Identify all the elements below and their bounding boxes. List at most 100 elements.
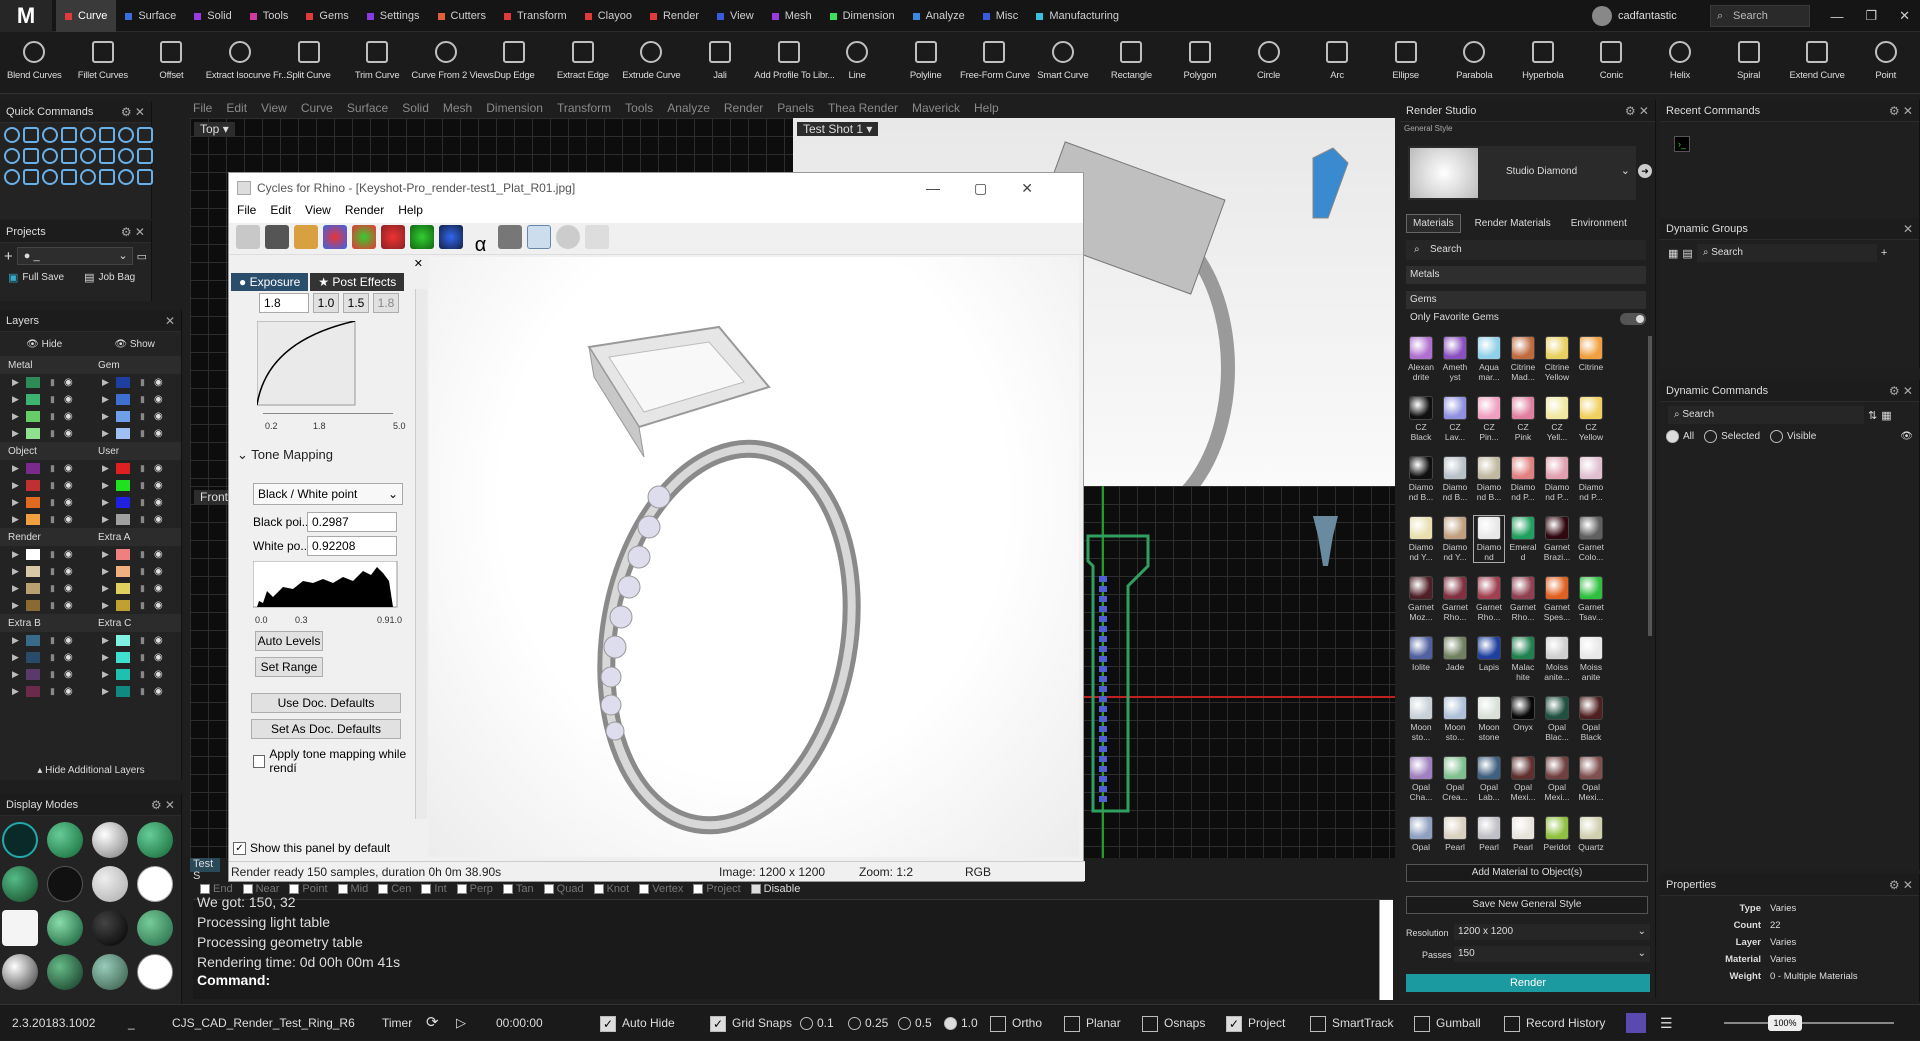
layer-row[interactable]: ▶ ▮ ◉ ▶ ▮ ◉ bbox=[0, 511, 181, 528]
layer-group-header[interactable]: Object User bbox=[0, 442, 181, 460]
expand-icon[interactable]: ▶ bbox=[102, 428, 109, 439]
tool-blend-curves[interactable]: Blend Curves bbox=[0, 34, 69, 81]
expand-icon[interactable]: ▶ bbox=[12, 549, 19, 560]
tool-dup-edge[interactable]: Dup Edge bbox=[480, 34, 549, 81]
tab-solid[interactable]: Solid bbox=[185, 0, 240, 32]
menu-render[interactable]: Render bbox=[724, 101, 763, 115]
viewport-label-top[interactable]: Top ▾ bbox=[194, 122, 235, 136]
gem-material-item[interactable]: Alexan drite bbox=[1406, 336, 1436, 382]
lock-icon[interactable]: ▮ bbox=[140, 428, 145, 439]
display-mode-technical[interactable] bbox=[137, 866, 173, 902]
panel-controls[interactable]: ⚙ ✕ bbox=[121, 221, 145, 243]
tab-misc[interactable]: Misc bbox=[974, 0, 1028, 32]
menu-curve[interactable]: Curve bbox=[301, 101, 333, 115]
layer-color-swatch[interactable] bbox=[116, 600, 130, 611]
gem-material-item[interactable]: Moiss anite... bbox=[1542, 636, 1572, 682]
expand-icon[interactable]: ▶ bbox=[102, 549, 109, 560]
lock-icon[interactable]: ▮ bbox=[140, 411, 145, 422]
expand-icon[interactable]: ▶ bbox=[102, 566, 109, 577]
menu-view[interactable]: View bbox=[261, 101, 287, 115]
eye-icon[interactable]: ◉ bbox=[64, 497, 73, 508]
display-mode-wireframe[interactable] bbox=[2, 822, 38, 858]
tool-free-form-curve[interactable]: Free-Form Curve bbox=[960, 34, 1030, 81]
expand-icon[interactable]: ▶ bbox=[102, 497, 109, 508]
quick-command-icon[interactable] bbox=[23, 148, 39, 164]
tab-surface[interactable]: Surface bbox=[116, 0, 185, 32]
tool-smart-curve[interactable]: Smart Curve bbox=[1029, 34, 1098, 81]
gem-material-item[interactable]: Diamo nd P... bbox=[1576, 456, 1606, 502]
lock-icon[interactable]: ▮ bbox=[50, 377, 55, 388]
app-logo[interactable]: M bbox=[0, 0, 52, 32]
tool-point[interactable]: Point bbox=[1851, 34, 1920, 81]
tab-gems[interactable]: Gems bbox=[297, 0, 357, 32]
layer-color-swatch[interactable] bbox=[26, 669, 40, 680]
eye-icon[interactable]: ◉ bbox=[64, 463, 73, 474]
snap-radio-2[interactable]: 0.25 bbox=[848, 1005, 888, 1041]
gem-material-item[interactable]: Garnet Colo... bbox=[1576, 516, 1606, 562]
tool-arc[interactable]: Arc bbox=[1303, 34, 1372, 81]
global-search-input[interactable]: ⌕ Search bbox=[1710, 5, 1810, 27]
cycles-menu-view[interactable]: View bbox=[305, 203, 331, 223]
tool-circle[interactable]: Circle bbox=[1234, 34, 1303, 81]
save-icon[interactable] bbox=[265, 225, 290, 249]
display-mode-clay[interactable] bbox=[92, 866, 128, 902]
calculator-icon[interactable]: ▦ bbox=[1881, 409, 1891, 422]
layer-color-swatch[interactable] bbox=[116, 428, 130, 439]
eye-icon[interactable]: ◉ bbox=[154, 669, 163, 680]
eye-icon[interactable]: ◉ bbox=[64, 480, 73, 491]
gem-material-item[interactable]: Emeral d bbox=[1508, 516, 1538, 562]
menu-maverick[interactable]: Maverick bbox=[912, 101, 960, 115]
tool-hyperbola[interactable]: Hyperbola bbox=[1509, 34, 1578, 81]
eye-icon[interactable]: 👁 bbox=[1900, 431, 1913, 442]
menu-mesh[interactable]: Mesh bbox=[443, 101, 472, 115]
tool-fillet-curves[interactable]: Fillet Curves bbox=[69, 34, 138, 81]
copy-icon[interactable] bbox=[294, 225, 319, 249]
gem-material-item[interactable]: Citrine bbox=[1576, 336, 1606, 372]
tool-extract-isocurve-fr-[interactable]: Extract Isocurve Fr... bbox=[206, 34, 289, 81]
blue-channel-icon[interactable] bbox=[439, 225, 464, 249]
layer-color-swatch[interactable] bbox=[116, 635, 130, 646]
quick-command-icon[interactable] bbox=[4, 169, 20, 185]
layer-color-swatch[interactable] bbox=[26, 497, 40, 508]
snap-radio-3[interactable]: 0.5 bbox=[898, 1005, 932, 1041]
eye-icon[interactable]: ◉ bbox=[64, 566, 73, 577]
gem-material-item[interactable]: CZ Black bbox=[1406, 396, 1436, 442]
display-mode-artistic[interactable] bbox=[47, 910, 83, 946]
menu-analyze[interactable]: Analyze bbox=[667, 101, 710, 115]
tab-analyze[interactable]: Analyze bbox=[904, 0, 974, 32]
display-mode-glass[interactable] bbox=[92, 954, 128, 990]
quick-command-icon[interactable] bbox=[118, 148, 134, 164]
layer-color-swatch[interactable] bbox=[26, 635, 40, 646]
layer-color-swatch[interactable] bbox=[26, 394, 40, 405]
rgb-channel-icon[interactable] bbox=[323, 225, 348, 249]
layer-row[interactable]: ▶ ▮ ◉ ▶ ▮ ◉ bbox=[0, 563, 181, 580]
resolution-select[interactable]: 1200 x 1200 ⌄ bbox=[1454, 924, 1650, 940]
gem-material-item[interactable]: Moiss anite bbox=[1576, 636, 1606, 682]
tab-exposure[interactable]: ● Exposure bbox=[231, 273, 309, 291]
tool-trim-curve[interactable]: Trim Curve bbox=[343, 34, 412, 81]
tab-render-materials[interactable]: Render Materials bbox=[1469, 215, 1557, 232]
panel-controls[interactable]: ⚙ ✕ bbox=[1889, 874, 1913, 896]
tab-mesh[interactable]: Mesh bbox=[763, 0, 821, 32]
hide-additional-layers-button[interactable]: ▴ Hide Additional Layers bbox=[0, 760, 182, 780]
cube-icon[interactable] bbox=[497, 225, 522, 249]
expand-icon[interactable]: ▶ bbox=[12, 514, 19, 525]
eye-icon[interactable]: ◉ bbox=[154, 635, 163, 646]
gem-material-item[interactable]: Diamo nd B... bbox=[1406, 456, 1436, 502]
tab-tools[interactable]: Tools bbox=[241, 0, 298, 32]
gem-material-item[interactable]: Malac hite bbox=[1508, 636, 1538, 682]
folder-icon[interactable]: ▭ bbox=[137, 250, 147, 263]
settings-icon[interactable] bbox=[236, 225, 260, 249]
general-style-select[interactable]: Studio Diamond ⌄ bbox=[1408, 146, 1636, 200]
show-button[interactable]: 👁 Show bbox=[114, 339, 155, 350]
tool-line[interactable]: Line bbox=[823, 34, 892, 81]
layer-color-swatch[interactable] bbox=[116, 566, 130, 577]
gem-material-item[interactable]: Diamo nd B... bbox=[1474, 456, 1504, 502]
quick-command-icon[interactable] bbox=[61, 148, 77, 164]
lock-icon[interactable]: ▮ bbox=[50, 394, 55, 405]
apply-tone-checkbox[interactable]: Apply tone mapping while rendí bbox=[253, 747, 427, 775]
close-icon[interactable]: ✕ bbox=[165, 310, 175, 332]
quick-command-icon[interactable] bbox=[61, 169, 77, 185]
tool-polygon[interactable]: Polygon bbox=[1166, 34, 1235, 81]
layer-row[interactable]: ▶ ▮ ◉ ▶ ▮ ◉ bbox=[0, 632, 181, 649]
